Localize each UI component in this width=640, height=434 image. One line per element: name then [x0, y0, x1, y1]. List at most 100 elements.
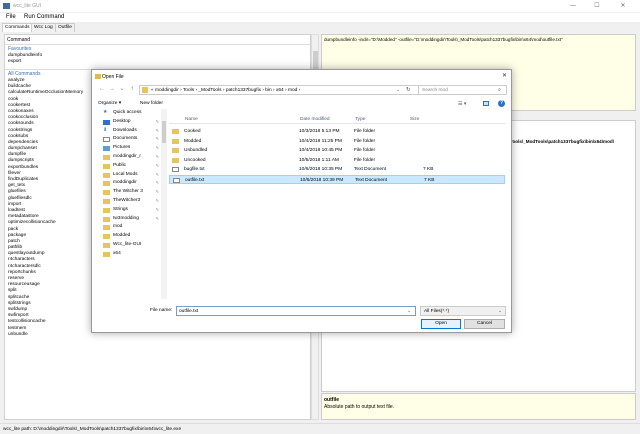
nav-item[interactable]: x64 — [100, 250, 161, 259]
chevron-down-icon[interactable]: ⌄ — [118, 85, 126, 94]
column-date[interactable]: Date modified — [300, 117, 330, 122]
file-row[interactable]: Cooked 10/3/2018 5:13 PM File folder — [169, 127, 505, 137]
all-commands-header: All Commands — [8, 71, 41, 77]
search-icon[interactable]: ⌕ — [498, 87, 501, 93]
nav-item-label: Pictures — [113, 145, 131, 151]
nav-item[interactable]: moddingdir_r ✎ — [100, 153, 161, 162]
menu-run-command[interactable]: Run Command — [24, 14, 64, 20]
pin-icon[interactable]: ✎ — [156, 135, 159, 144]
folder-icon — [103, 154, 110, 160]
file-name: bugfile.txt — [184, 167, 205, 172]
pin-icon[interactable]: ✎ — [156, 206, 159, 215]
maximize-icon[interactable]: ☐ — [592, 2, 602, 10]
filename-input[interactable]: outfile.txt ⌄ — [176, 306, 416, 316]
file-name: Cooked — [184, 129, 201, 134]
list-item[interactable]: export — [8, 59, 42, 65]
pin-icon[interactable]: ✎ — [156, 215, 159, 224]
file-type: File folder — [354, 148, 376, 153]
nav-item[interactable]: Local Mods ✎ — [100, 171, 161, 180]
filename-label: File name: — [150, 308, 173, 313]
desktop-icon — [103, 119, 110, 125]
command-text: dumpbundleinfo -indir="D:\Modded" -outfi… — [324, 37, 563, 42]
pin-icon[interactable]: ✎ — [156, 127, 159, 136]
nav-item[interactable]: Desktop ✎ — [100, 118, 161, 127]
back-icon[interactable]: ← — [98, 85, 106, 94]
menu-bar: File Run Command — [0, 13, 640, 22]
nav-item[interactable]: ★ Quick access — [100, 109, 161, 118]
list-item[interactable]: calculateRuntimeOcclusionMemory — [8, 90, 83, 96]
column-type[interactable]: Type — [355, 117, 365, 122]
open-file-dialog: Open File ✕ ← → ⌄ ↑ « moddingdir › Tools… — [91, 69, 512, 333]
nav-scrollbar[interactable] — [161, 109, 167, 299]
tab-wcc-log[interactable]: Wcc Log — [31, 23, 56, 32]
tab-commands[interactable]: Commands — [2, 23, 33, 32]
pin-icon[interactable]: ✎ — [156, 162, 159, 171]
nav-item[interactable]: Pictures ✎ — [100, 144, 161, 153]
nav-item[interactable]: tw3modding ✎ — [100, 215, 161, 224]
minimize-icon[interactable]: — — [568, 2, 578, 10]
favourites-header: Favourites — [8, 46, 32, 52]
column-name[interactable]: Name — [185, 117, 198, 122]
file-type-value: All Files(*.*) — [424, 309, 450, 314]
text-file-icon — [173, 177, 180, 183]
nav-item[interactable]: Wcc_lite-GUI — [100, 241, 161, 250]
file-date: 10/3/2018 5:13 PM — [299, 129, 340, 134]
nav-item[interactable]: The Witcher 3 ✎ — [100, 188, 161, 197]
pin-icon[interactable]: ✎ — [156, 171, 159, 180]
list-item[interactable]: unbundle — [8, 332, 83, 338]
open-button[interactable]: Open — [421, 319, 461, 329]
pin-icon[interactable]: ✎ — [156, 197, 159, 206]
nav-item[interactable]: Public ✎ — [100, 162, 161, 171]
nav-item-label: Documents — [113, 136, 138, 142]
nav-item[interactable]: Strings ✎ — [100, 206, 161, 215]
pin-icon[interactable]: ✎ — [156, 144, 159, 153]
nav-item[interactable]: moddingdir ✎ — [100, 179, 161, 188]
folder-icon — [103, 225, 110, 231]
file-row[interactable]: Modded 10/4/2018 11:25 PM File folder — [169, 137, 505, 147]
close-icon[interactable]: ✕ — [618, 2, 628, 10]
pin-icon[interactable]: ✎ — [156, 153, 159, 162]
address-path[interactable]: « moddingdir › Tools › _ModTools › patch… — [151, 88, 300, 93]
close-icon[interactable]: ✕ — [502, 72, 507, 79]
file-row[interactable]: Unbundled 10/4/2018 10:45 PM File folder — [169, 146, 505, 156]
nav-item-label: Quick access — [113, 110, 142, 115]
nav-item[interactable]: ⬇ Downloads ✎ — [100, 127, 161, 136]
nav-item[interactable]: Modded — [100, 232, 161, 241]
file-row[interactable]: outfile.txt 10/6/2018 10:39 PM Text Docume… — [169, 174, 505, 184]
menu-file[interactable]: File — [6, 14, 16, 20]
chevron-down-icon[interactable]: ⌄ — [396, 87, 400, 93]
command-label: Command — [7, 37, 31, 43]
address-bar[interactable]: « moddingdir › Tools › _ModTools › patch… — [139, 85, 424, 95]
file-row[interactable]: Uncooked 10/5/2018 1:11 AM File folder — [169, 156, 505, 166]
help-icon[interactable]: ? — [498, 100, 505, 107]
nav-item-label: x64 — [113, 250, 121, 256]
chevron-down-icon[interactable]: ⌄ — [498, 308, 502, 314]
cancel-button[interactable]: Cancel — [464, 319, 505, 329]
file-row[interactable]: bugfile.txt 10/6/2018 10:35 PM Text Docume… — [169, 165, 505, 175]
output-text: Tools\_ModTools\patch1337bugfix\bin\x64\… — [510, 139, 614, 144]
nav-item[interactable]: TheWitcher3 ✎ — [100, 197, 161, 206]
preview-pane-icon[interactable] — [483, 101, 489, 106]
organize-button[interactable]: Organize ▾ — [98, 101, 121, 106]
forward-icon[interactable]: → — [108, 85, 116, 94]
folder-icon — [95, 74, 101, 79]
nav-item-label: mod — [113, 224, 123, 230]
nav-item[interactable]: mod — [100, 223, 161, 232]
pin-icon[interactable]: ✎ — [156, 188, 159, 197]
help-box: outfile Absolute path to output text fil… — [321, 393, 636, 420]
app-icon — [3, 3, 10, 9]
nav-item[interactable]: Documents ✎ — [100, 135, 161, 144]
view-options-icon[interactable]: ☰ ▾ — [458, 101, 466, 107]
chevron-down-icon[interactable]: ⌄ — [407, 308, 411, 314]
search-input[interactable]: Search mod ⌕ — [418, 85, 507, 95]
pin-icon[interactable]: ✎ — [156, 118, 159, 127]
pin-icon[interactable]: ✎ — [156, 179, 159, 188]
column-size[interactable]: Size — [410, 117, 419, 122]
refresh-icon[interactable]: ↻ — [406, 87, 411, 93]
tab-outfile[interactable]: Outfile — [55, 23, 75, 32]
new-folder-button[interactable]: New folder — [140, 101, 163, 106]
file-type-select[interactable]: All Files(*.*) ⌄ — [420, 306, 506, 316]
nav-item-label: Modded — [113, 233, 131, 239]
up-arrow-icon[interactable]: ↑ — [128, 85, 136, 94]
scroll-thumb[interactable] — [162, 121, 166, 143]
